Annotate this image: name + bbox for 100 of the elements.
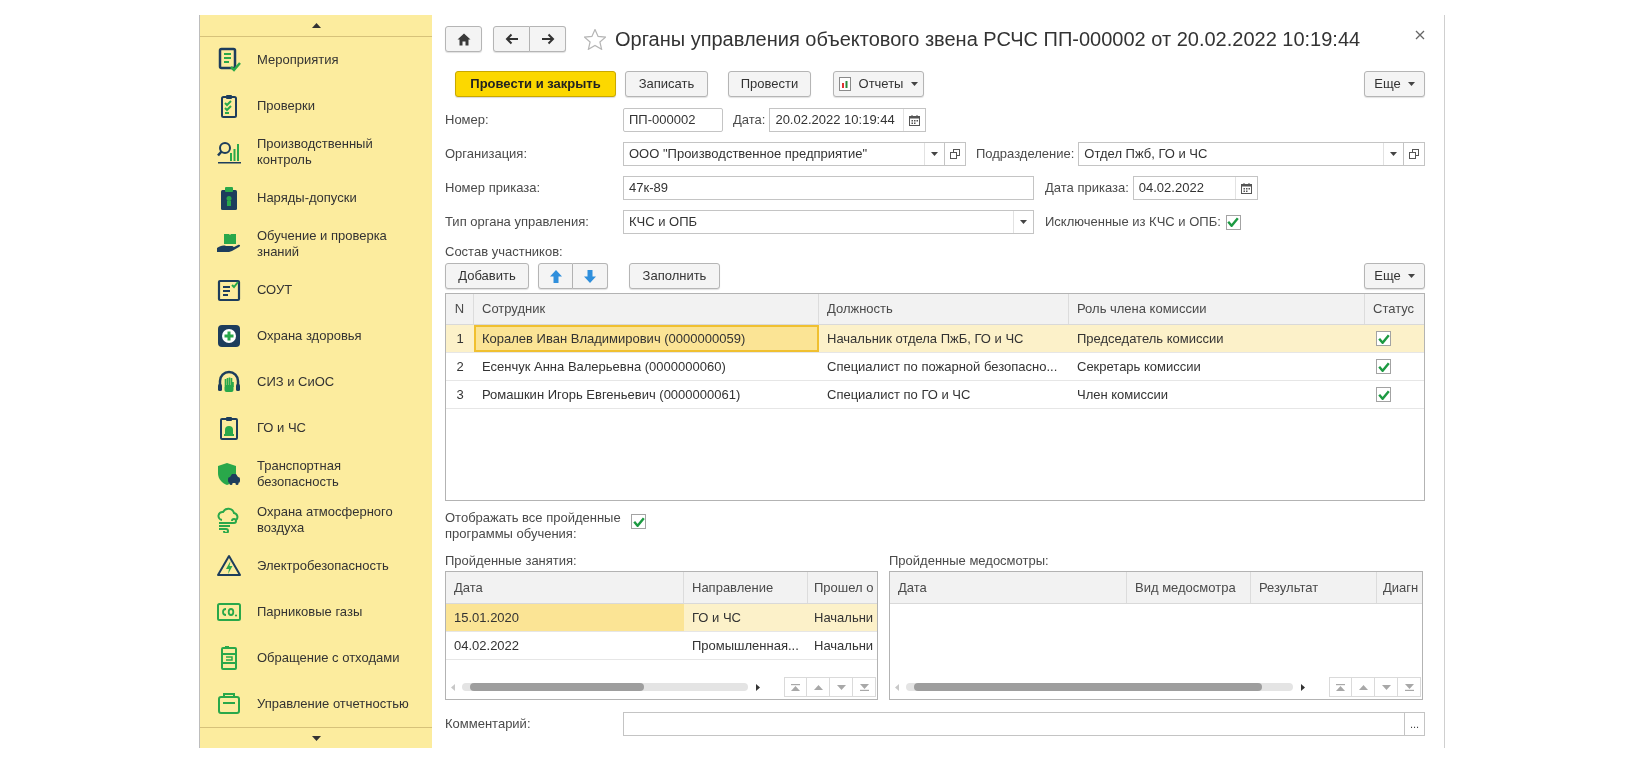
table-cell-text: Ромашкин Игорь Евгеньевич (0000000061) — [481, 385, 742, 404]
comment-field[interactable]: ... — [623, 712, 1425, 736]
scroll-right-icon[interactable] — [1301, 683, 1305, 691]
headset-glove-icon — [216, 369, 242, 395]
sidebar-item[interactable]: Электробезопасность — [200, 543, 432, 589]
window-title: Органы управления объектового звена РСЧС ПП-000002 от 20.02.2022 10:19:44 — [615, 27, 1361, 51]
triangle-up-bar-icon — [791, 683, 800, 691]
triangle-up-bar-icon — [1336, 683, 1345, 691]
sidebar-item[interactable]: Производственный контроль — [200, 129, 432, 175]
sidebar-item[interactable]: Парниковые газы — [200, 589, 432, 635]
sidebar-item[interactable]: СОУТ — [200, 267, 432, 313]
first-row-button[interactable] — [784, 677, 807, 697]
back-button[interactable] — [493, 26, 530, 52]
date-field[interactable]: 20.02.2022 10:19:44 — [769, 108, 927, 132]
more-button[interactable]: Еще — [1364, 71, 1425, 97]
last-row-button[interactable] — [1398, 677, 1421, 697]
forward-button[interactable] — [530, 26, 566, 52]
table-cell-text: 1 — [455, 329, 465, 348]
table-cell-text: Председатель комиссии — [1076, 329, 1225, 348]
order-number-field[interactable]: 47к-89 — [623, 176, 1034, 200]
section-label: Состав участников: — [445, 242, 563, 261]
close-icon[interactable] — [1415, 30, 1425, 40]
checkbox[interactable] — [1376, 359, 1391, 374]
table-row[interactable]: 1 Коралев Иван Владимирович (0000000059) Начальник отдела ПжБ, ГО и ЧС Председатель комиссии — [446, 325, 1424, 353]
star-icon[interactable] — [584, 28, 606, 50]
column-header: Сотрудник — [474, 294, 819, 324]
checkbox[interactable] — [1225, 214, 1241, 230]
table-cell-text: Есенчук Анна Валерьевна (0000000060) — [481, 357, 727, 376]
sidebar-item[interactable]: Мероприятия — [200, 37, 432, 83]
sidebar-item[interactable]: Транспортная безопасность — [200, 451, 432, 497]
checkbox[interactable] — [1376, 331, 1391, 346]
calendar-icon — [1240, 182, 1252, 194]
checkmark-icon — [1377, 389, 1390, 400]
table-cell-text: 2 — [455, 357, 465, 376]
triangle-up-icon — [311, 23, 321, 28]
previous-row-button[interactable] — [1352, 677, 1375, 697]
triangle-up-icon — [1358, 684, 1368, 690]
body-type-field[interactable]: КЧС и ОПБ — [623, 210, 1034, 234]
caret-down-icon — [1407, 274, 1415, 278]
checkbox[interactable] — [1376, 387, 1391, 402]
post-and-close-button[interactable]: Провести и закрыть — [455, 71, 616, 97]
scroll-right-icon[interactable] — [756, 683, 760, 691]
field-label: Тип органа управления: — [445, 214, 589, 230]
organization-field[interactable]: ООО "Производственное предприятие" — [623, 142, 966, 166]
down-arrow-icon — [584, 269, 596, 283]
last-row-button[interactable] — [853, 677, 876, 697]
next-row-button[interactable] — [830, 677, 853, 697]
home-button[interactable] — [445, 26, 482, 52]
section-label: Пройденные занятия: — [445, 551, 577, 570]
column-header: Роль члена комиссии — [1069, 294, 1365, 324]
move-down-button[interactable] — [573, 263, 608, 289]
add-button[interactable]: Добавить — [445, 263, 529, 289]
sidebar-item[interactable]: Обращение с отходами — [200, 635, 432, 681]
caret-down-icon — [1390, 152, 1397, 156]
table-cell-text: Член комиссии — [1076, 385, 1170, 404]
sidebar-item[interactable]: Обучение и проверка знаний — [200, 221, 432, 267]
fill-button[interactable]: Заполнить — [629, 263, 720, 289]
scroll-left-icon[interactable] — [451, 683, 455, 691]
select-button[interactable]: ... — [1404, 713, 1424, 735]
shield-car-icon — [216, 461, 242, 487]
reports-button[interactable]: Отчеты — [833, 71, 924, 97]
field-label: Номер приказа: — [445, 180, 541, 196]
column-header: Дата — [890, 572, 1127, 603]
triangle-down-icon — [1381, 684, 1391, 690]
medical-cross-icon — [216, 323, 242, 349]
table-cell-text: ГО и ЧС — [691, 608, 742, 627]
more-button[interactable]: Еще — [1364, 263, 1425, 289]
sidebar-item[interactable]: ГО и ЧС — [200, 405, 432, 451]
post-button[interactable]: Провести — [728, 71, 811, 97]
scrollbar-thumb[interactable] — [470, 683, 645, 691]
column-header: Направление — [684, 572, 808, 603]
sidebar-item[interactable]: Управление отчетностью — [200, 681, 432, 727]
section-label: Пройденные медосмотры: — [889, 551, 1049, 570]
sidebar-item[interactable]: Проверки — [200, 83, 432, 129]
move-up-button[interactable] — [538, 263, 573, 289]
number-field[interactable]: ПП-000002 — [623, 108, 723, 132]
first-row-button[interactable] — [1329, 677, 1352, 697]
sidebar-item[interactable]: СИЗ и СиОС — [200, 359, 432, 405]
up-arrow-icon — [549, 269, 562, 283]
checkbox[interactable] — [631, 514, 646, 529]
scroll-left-icon[interactable] — [895, 683, 899, 691]
sidebar-item[interactable]: Наряды-допуски — [200, 175, 432, 221]
calendar-icon — [909, 114, 921, 126]
table-row[interactable]: 15.01.2020 ГО и ЧС Начальни — [446, 604, 877, 632]
department-field[interactable]: Отдел Пжб, ГО и ЧС — [1078, 142, 1425, 166]
document-check-icon — [216, 47, 242, 73]
next-row-button[interactable] — [1375, 677, 1398, 697]
field-label: Дата: — [733, 111, 766, 130]
scrollbar-track[interactable] — [462, 683, 748, 691]
sidebar-item[interactable]: Охрана здоровья — [200, 313, 432, 359]
field-label: Организация: — [445, 146, 528, 162]
sidebar-item[interactable]: Охрана атмосферного воздуха — [200, 497, 432, 543]
home-icon — [456, 32, 471, 46]
order-date-field[interactable]: 04.02.2022 — [1132, 176, 1258, 200]
table-cell-text: Секретарь комиссии — [1076, 357, 1202, 376]
field-label: Исключенные из КЧС и ОПБ: — [1045, 213, 1221, 232]
table-cell-text: Специалист по пожарной безопасно... — [826, 357, 1059, 376]
save-button[interactable]: Записать — [625, 71, 708, 97]
checkmark-icon — [1377, 333, 1390, 344]
previous-row-button[interactable] — [807, 677, 830, 697]
